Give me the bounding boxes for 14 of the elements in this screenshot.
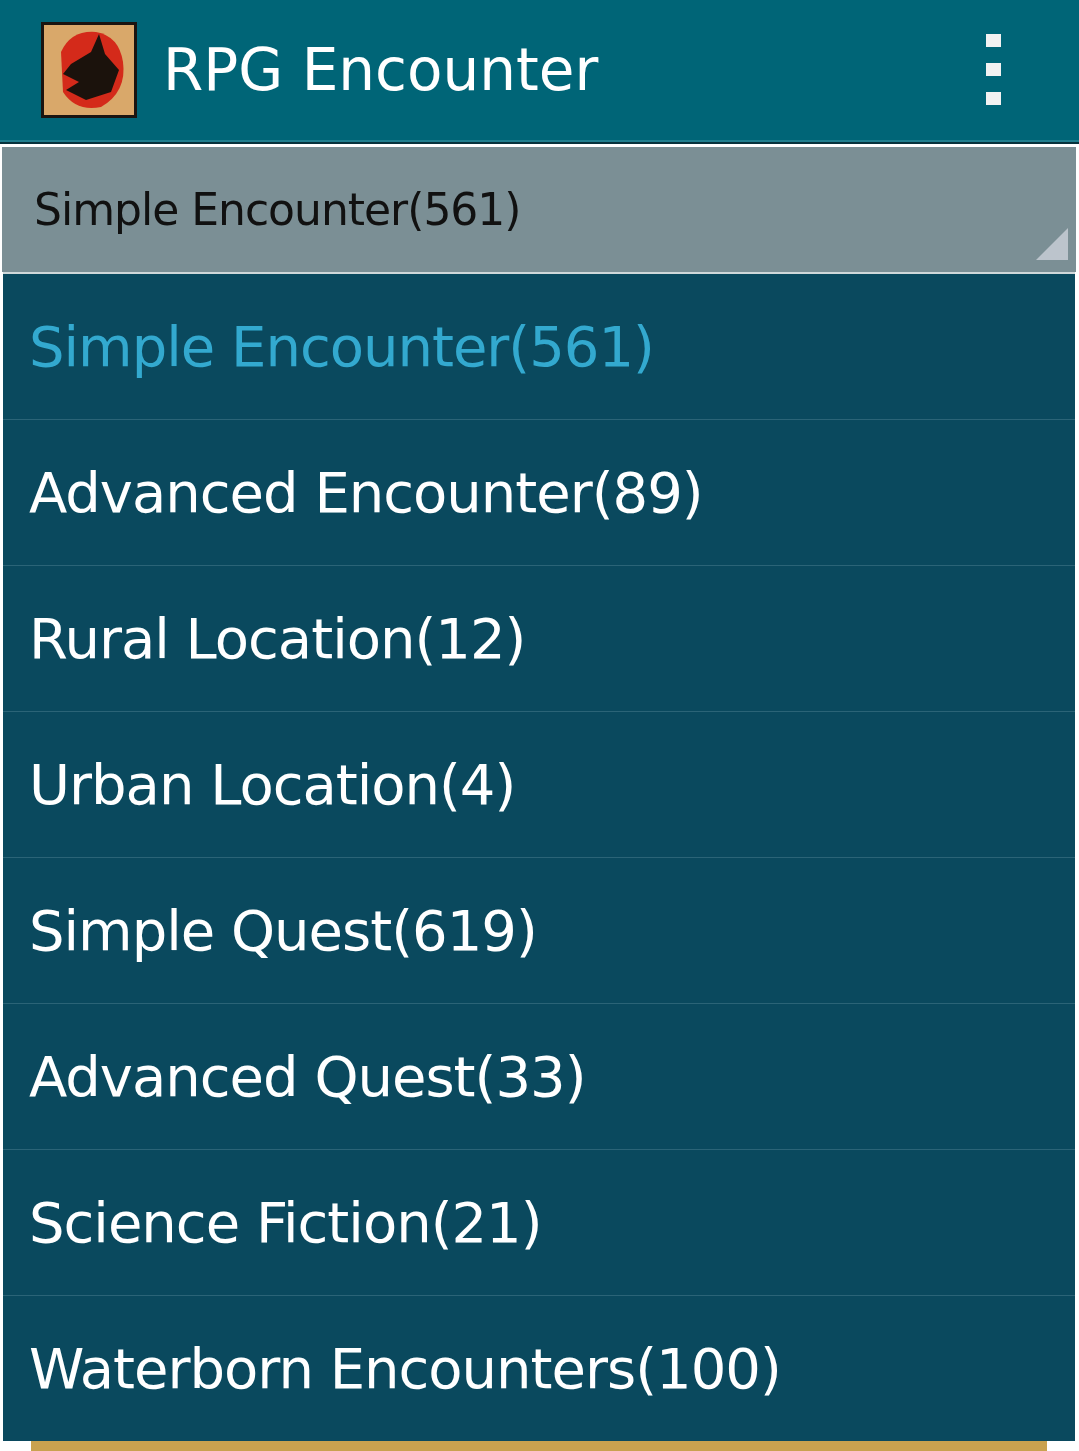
dropdown-option[interactable]: Science Fiction(21) (3, 1150, 1075, 1296)
dropdown-option[interactable]: Urban Location(4) (3, 712, 1075, 858)
spinner-value: Simple Encounter(561) (34, 184, 521, 235)
app-title: RPG Encounter (163, 36, 600, 104)
dropdown-corner-icon (1036, 228, 1068, 260)
dropdown-option[interactable]: Advanced Quest(33) (3, 1004, 1075, 1150)
dropdown-option[interactable]: Advanced Encounter(89) (3, 420, 1075, 566)
dropdown-option[interactable]: Rural Location(12) (3, 566, 1075, 712)
dropdown-option[interactable]: Simple Encounter(561) (3, 274, 1075, 420)
dropdown-option[interactable]: Simple Quest(619) (3, 858, 1075, 1004)
category-spinner[interactable]: Simple Encounter(561) (2, 147, 1076, 272)
dropdown-option[interactable]: Waterborn Encounters(100) (3, 1296, 1075, 1441)
overflow-menu-icon[interactable] (986, 34, 1002, 106)
app-logo-icon (41, 22, 137, 118)
